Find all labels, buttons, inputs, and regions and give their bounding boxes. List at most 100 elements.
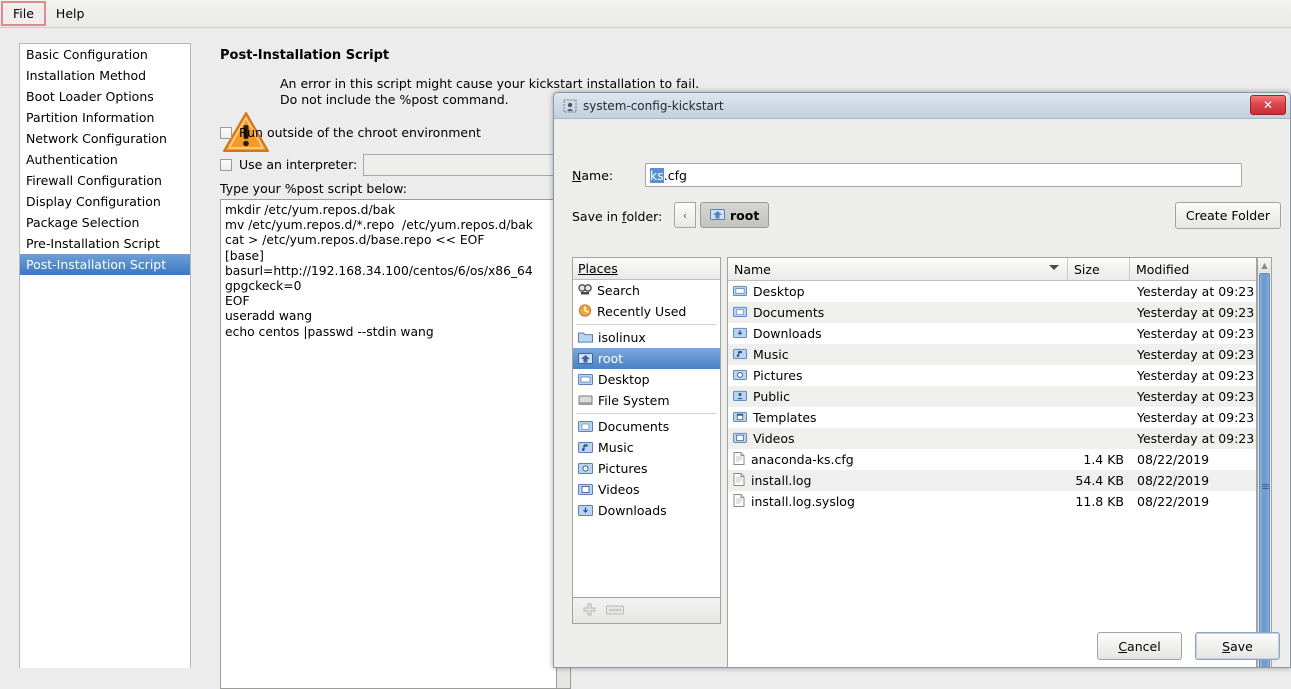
breadcrumb-root[interactable]: root — [700, 202, 770, 228]
file-name-cell: Videos — [728, 431, 1068, 446]
create-folder-button[interactable]: Create Folder — [1174, 202, 1281, 229]
table-row[interactable]: Downloads Yesterday at 09:23 — [728, 323, 1256, 344]
place-item-music[interactable]: Music — [573, 437, 720, 458]
breadcrumb-root-label: root — [730, 207, 760, 223]
section-list[interactable]: Basic Configuration Installation Method … — [19, 43, 191, 668]
file-modified-cell: Yesterday at 09:23 — [1137, 389, 1255, 404]
table-row[interactable]: install.log.syslog 11.8 KB 08/22/2019 — [728, 491, 1256, 512]
place-item-videos[interactable]: Videos — [573, 479, 720, 500]
column-header-size-label: Size — [1074, 261, 1100, 277]
table-row[interactable]: Videos Yesterday at 09:23 — [728, 428, 1256, 449]
file-modified-cell: Yesterday at 09:23 — [1137, 284, 1255, 299]
sidebar-item-post-installation-script[interactable]: Post-Installation Script — [20, 254, 190, 275]
places-header: Places — [573, 258, 720, 280]
file-modified-cell: 08/22/2019 — [1137, 494, 1210, 509]
add-place-icon[interactable] — [583, 603, 596, 619]
post-script-textarea[interactable]: mkdir /etc/yum.repos.d/bak mv /etc/yum.r… — [220, 199, 557, 689]
table-row[interactable]: Music Yesterday at 09:23 — [728, 344, 1256, 365]
path-back-button[interactable]: ‹ — [674, 202, 696, 228]
menubar: File Help — [0, 0, 1291, 28]
file-name-label: Pictures — [753, 368, 803, 383]
sidebar-item-basic-configuration[interactable]: Basic Configuration — [20, 44, 190, 65]
place-item-label: Search — [597, 283, 640, 298]
table-row[interactable]: Public Yesterday at 09:23 — [728, 386, 1256, 407]
downloads-folder-icon — [578, 503, 593, 519]
sidebar-item-display-configuration[interactable]: Display Configuration — [20, 191, 190, 212]
places-divider — [576, 324, 717, 325]
sidebar-item-installation-method[interactable]: Installation Method — [20, 65, 190, 86]
file-modified-cell: Yesterday at 09:23 — [1137, 431, 1255, 446]
column-header-name-label: Name — [734, 261, 771, 277]
place-item-file-system[interactable]: File System — [573, 390, 720, 411]
post-script-text[interactable]: mkdir /etc/yum.repos.d/bak mv /etc/yum.r… — [221, 200, 556, 343]
checkbox-box[interactable] — [220, 158, 232, 171]
column-header-size[interactable]: Size — [1068, 258, 1130, 280]
place-item-isolinux[interactable]: isolinux — [573, 327, 720, 348]
file-name-cell: Pictures — [728, 368, 1068, 383]
file-list-scrollbar[interactable]: ▲ ▼ — [1257, 257, 1272, 667]
save-in-folder-label: Save in folder: — [572, 209, 663, 224]
place-item-root[interactable]: root — [573, 348, 720, 369]
sidebar-item-package-selection[interactable]: Package Selection — [20, 212, 190, 233]
close-icon[interactable]: ✕ — [1250, 95, 1286, 115]
search-icon — [578, 283, 592, 299]
place-item-label: Music — [598, 440, 634, 455]
file-name-cell: Templates — [728, 410, 1068, 425]
file-name-cell: Downloads — [728, 326, 1068, 341]
file-name-label: Downloads — [753, 326, 822, 341]
place-item-downloads[interactable]: Downloads — [573, 500, 720, 521]
file-name-label: Videos — [753, 431, 795, 446]
save-button[interactable]: Save — [1195, 632, 1280, 660]
cancel-button[interactable]: Cancel — [1097, 632, 1182, 660]
place-item-documents[interactable]: Documents — [573, 416, 720, 437]
sidebar-item-firewall-configuration[interactable]: Firewall Configuration — [20, 170, 190, 191]
menu-help[interactable]: Help — [46, 0, 95, 27]
place-item-search[interactable]: Search — [573, 280, 720, 301]
sidebar-item-boot-loader-options[interactable]: Boot Loader Options — [20, 86, 190, 107]
menu-file[interactable]: File — [1, 1, 46, 26]
table-row[interactable]: Pictures Yesterday at 09:23 — [728, 365, 1256, 386]
file-list[interactable]: Name Size Modified Desktop Yesterday at … — [727, 257, 1257, 667]
places-divider — [576, 413, 717, 414]
sidebar-item-pre-installation-script[interactable]: Pre-Installation Script — [20, 233, 190, 254]
remove-place-icon[interactable] — [606, 603, 624, 618]
checkbox-use-interpreter[interactable]: Use an interpreter: — [220, 157, 357, 172]
places-toolbar — [572, 598, 721, 624]
filename-input[interactable]: ks .cfg — [645, 163, 1242, 187]
place-item-pictures[interactable]: Pictures — [573, 458, 720, 479]
pictures-folder-icon — [733, 368, 747, 383]
column-header-name[interactable]: Name — [728, 258, 1068, 280]
file-size-cell: 54.4 KB — [1075, 473, 1124, 488]
scrollbar-thumb[interactable] — [1259, 273, 1270, 667]
dialog-body: Name: ks .cfg Save in folder: ‹ root Cre… — [554, 119, 1290, 667]
file-name-label: anaconda-ks.cfg — [751, 452, 854, 467]
file-modified-cell: Yesterday at 09:23 — [1137, 368, 1255, 383]
table-row[interactable]: Desktop Yesterday at 09:23 — [728, 281, 1256, 302]
file-modified-cell: Yesterday at 09:23 — [1137, 326, 1255, 341]
app-icon — [563, 99, 577, 113]
table-row[interactable]: anaconda-ks.cfg 1.4 KB 08/22/2019 — [728, 449, 1256, 470]
checkbox-run-outside-chroot[interactable]: Run outside of the chroot environment — [220, 125, 481, 140]
file-name-cell: Public — [728, 389, 1068, 404]
file-icon — [733, 472, 745, 489]
column-header-modified[interactable]: Modified — [1130, 258, 1256, 280]
sidebar-item-authentication[interactable]: Authentication — [20, 149, 190, 170]
places-header-label: Places — [578, 261, 618, 276]
sidebar-item-network-configuration[interactable]: Network Configuration — [20, 128, 190, 149]
sidebar-item-partition-information[interactable]: Partition Information — [20, 107, 190, 128]
table-row[interactable]: Documents Yesterday at 09:23 — [728, 302, 1256, 323]
checkbox-label: Use an interpreter: — [239, 157, 358, 172]
place-item-recently-used[interactable]: Recently Used — [573, 301, 720, 322]
desktop-folder-icon — [578, 372, 593, 388]
scroll-up-icon[interactable]: ▲ — [1258, 258, 1271, 272]
place-item-desktop[interactable]: Desktop — [573, 369, 720, 390]
checkbox-box[interactable] — [220, 126, 232, 139]
table-row[interactable]: install.log 54.4 KB 08/22/2019 — [728, 470, 1256, 491]
folder-icon — [578, 330, 593, 346]
table-row[interactable]: Templates Yesterday at 09:23 — [728, 407, 1256, 428]
place-item-label: Documents — [598, 419, 670, 434]
documents-folder-icon — [578, 419, 593, 435]
file-name-cell: Documents — [728, 305, 1068, 320]
scrollbar-grip — [1262, 484, 1269, 489]
dialog-titlebar[interactable]: system-config-kickstart ✕ — [554, 93, 1290, 119]
